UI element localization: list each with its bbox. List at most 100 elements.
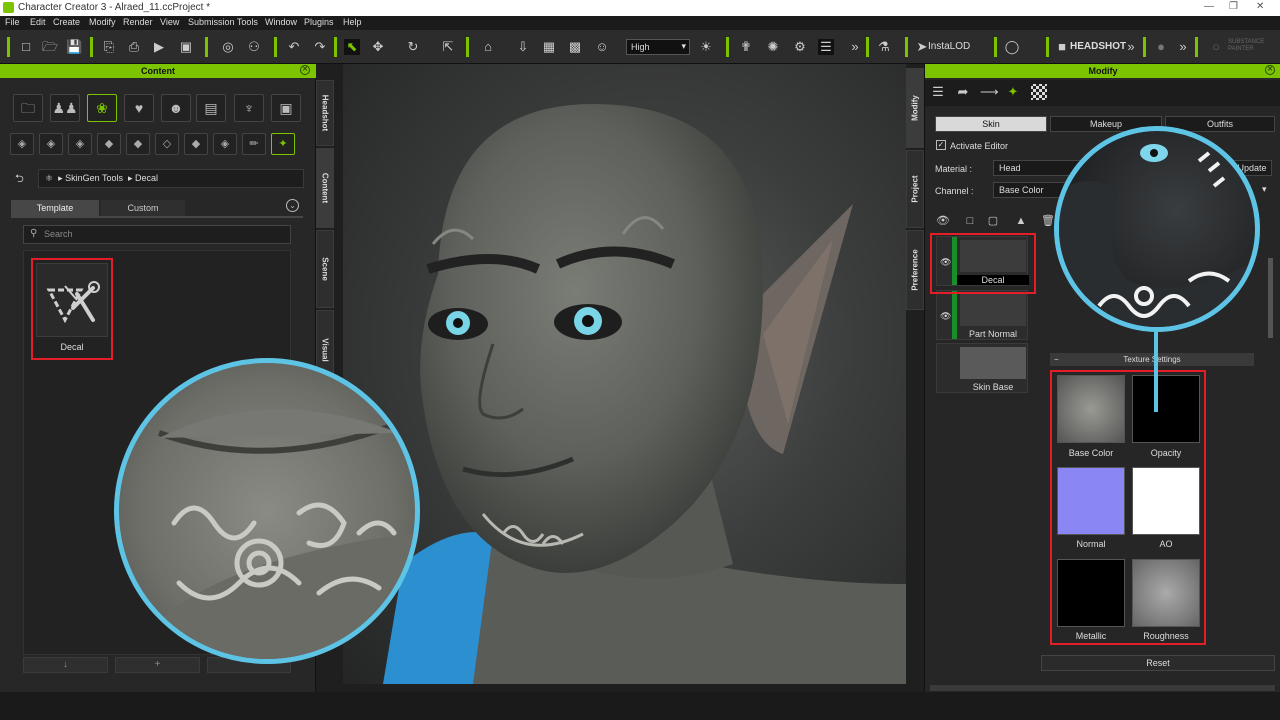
sliders-icon[interactable]: ☰ (930, 84, 946, 100)
menu-file[interactable]: File (5, 17, 20, 27)
new-layer-icon[interactable]: □ (962, 213, 978, 229)
search-input[interactable]: ⚲ Search (23, 225, 291, 244)
minimize-icon[interactable]: — (1204, 1, 1214, 12)
menu-modify[interactable]: Modify (89, 17, 116, 27)
body-tool-icon[interactable]: ⚗ (876, 39, 892, 55)
morph-slider-icon[interactable]: ⟶ (980, 84, 999, 100)
tab-modify[interactable]: Modify (906, 68, 924, 148)
texture-settings-header[interactable]: − Texture Settings (1050, 353, 1254, 366)
move-icon[interactable]: ✥ (370, 39, 386, 55)
pose-icon[interactable]: ⚇ (246, 39, 262, 55)
activate-editor-checkbox[interactable]: ✓ (936, 140, 946, 150)
home-breadcrumb-icon[interactable]: ⚛ (45, 173, 53, 183)
new-project-icon[interactable]: □ (18, 39, 34, 55)
maximize-icon[interactable]: ❐ (1229, 1, 1238, 12)
horizontal-scrollbar[interactable] (930, 685, 1275, 691)
close-window-icon[interactable]: ✕ (1256, 1, 1264, 12)
motion-icon[interactable]: ➦ (955, 84, 971, 100)
menu-help[interactable]: Help (343, 17, 362, 27)
menu-window[interactable]: Window (265, 17, 297, 27)
redo-icon[interactable]: ↷ (312, 39, 328, 55)
camera-target-icon[interactable]: ◎ (220, 39, 236, 55)
rotate-icon[interactable]: ↻ (405, 39, 421, 55)
more-chevron-icon[interactable]: » (1123, 39, 1139, 55)
back-icon[interactable]: ⮌ (15, 170, 24, 189)
head-icon[interactable]: ☻ (161, 94, 191, 122)
decal-template-item[interactable]: Decal (31, 258, 113, 360)
skin-sub8-icon[interactable]: ◈ (213, 133, 237, 155)
skin-sub4-icon[interactable]: ◆ (97, 133, 121, 155)
clothing-icon[interactable]: ♥ (124, 94, 154, 122)
reset-button[interactable]: Reset (1041, 655, 1275, 671)
accessory-icon[interactable]: ▤ (196, 94, 226, 122)
physics-icon[interactable]: ⚙ (792, 39, 808, 55)
instalod-button[interactable]: InstaLOD (928, 41, 970, 52)
scrollbar[interactable] (1268, 258, 1273, 338)
substance-painter-button[interactable]: SUBSTANCE PAINTER (1228, 39, 1268, 53)
close-icon[interactable]: ✕ (300, 65, 310, 75)
skin-sub9-icon[interactable]: ✏ (242, 133, 266, 155)
skingen-tools-icon[interactable]: ✦ (271, 133, 295, 155)
checker-icon[interactable] (1031, 84, 1047, 100)
spring-icon[interactable]: ✺ (765, 39, 781, 55)
tab-skin[interactable]: Skin (935, 116, 1047, 132)
skingen-icon[interactable]: ✦ (1005, 84, 1021, 100)
tab-headshot[interactable]: Headshot (316, 80, 334, 146)
light-icon[interactable]: ☀ (698, 39, 714, 55)
render-quality-dropdown[interactable]: High ▾ (626, 39, 690, 55)
collapse-icon[interactable]: − (1054, 353, 1059, 366)
add-button[interactable]: + (115, 657, 200, 673)
skin-sub7-icon[interactable]: ◆ (184, 133, 208, 155)
download-button[interactable]: ↓ (23, 657, 108, 673)
tab-scene[interactable]: Scene (316, 230, 334, 308)
tab-content[interactable]: Content (316, 148, 334, 228)
menu-create[interactable]: Create (53, 17, 80, 27)
headshot-button[interactable]: HEADSHOT (1070, 41, 1126, 52)
layer-part-normal[interactable]: 👁 Part Normal (936, 290, 1028, 340)
layer-skin-base[interactable]: Skin Base (936, 343, 1028, 393)
pose-figure-icon[interactable]: ♆ (234, 94, 264, 122)
merge-icon[interactable]: ▲ (1013, 213, 1029, 229)
tab-custom[interactable]: Custom (101, 200, 185, 216)
skin-icon[interactable]: ❀ (87, 94, 117, 122)
more-chevron-icon[interactable]: » (1175, 39, 1191, 55)
undo-icon[interactable]: ↶ (286, 39, 302, 55)
breadcrumb-skingen-tools[interactable]: SkinGen Tools (65, 173, 123, 183)
menu-render[interactable]: Render (123, 17, 153, 27)
stage-icon[interactable]: ▣ (271, 94, 301, 122)
folder-icon[interactable]: 🗀 (13, 94, 43, 122)
screen-icon[interactable]: ▣ (178, 39, 194, 55)
chevron-down-icon[interactable]: ▾ (1262, 184, 1267, 195)
scale-icon[interactable]: ⇱ (440, 39, 456, 55)
close-icon[interactable]: ✕ (1265, 65, 1275, 75)
play-icon[interactable]: ▶ (151, 39, 167, 55)
grid-view-icon[interactable]: ▩ (567, 39, 583, 55)
more-chevron-icon[interactable]: » (847, 39, 863, 55)
tab-preference[interactable]: Preference (906, 230, 924, 310)
plugin-icon[interactable]: ● (1153, 39, 1169, 55)
menu-plugins[interactable]: Plugins (304, 17, 334, 27)
export-icon[interactable]: ⎙ (126, 39, 142, 55)
headshot-icon[interactable]: ■ (1054, 39, 1070, 55)
layer-mask-icon[interactable]: ▢ (985, 213, 1001, 229)
breadcrumb-decal[interactable]: Decal (135, 173, 158, 183)
skin-sub2-icon[interactable]: ◈ (39, 133, 63, 155)
visibility-eye-icon[interactable]: 👁 (935, 213, 951, 229)
chevron-down-icon[interactable]: ⌄ (286, 199, 299, 212)
import-icon[interactable]: ⎘ (101, 39, 117, 55)
3d-viewport[interactable] (343, 64, 906, 684)
select-arrow-icon[interactable]: ⬉ (344, 39, 360, 55)
eye-icon[interactable]: 👁 (940, 311, 951, 322)
sliders-icon[interactable]: ☰ (818, 39, 834, 55)
skin-sub1-icon[interactable]: ◈ (10, 133, 34, 155)
skin-sub3-icon[interactable]: ◈ (68, 133, 92, 155)
skin-sub5-icon[interactable]: ◆ (126, 133, 150, 155)
tab-project[interactable]: Project (906, 150, 924, 228)
frame-icon[interactable]: ▦ (541, 39, 557, 55)
open-folder-icon[interactable]: 🗁 (42, 39, 58, 55)
morph-icon[interactable]: ◯ (1004, 39, 1020, 55)
face-icon[interactable]: ☺ (594, 39, 610, 55)
menu-edit[interactable]: Edit (30, 17, 46, 27)
tab-template[interactable]: Template (11, 200, 99, 216)
bone-icon[interactable]: ✟ (738, 39, 754, 55)
